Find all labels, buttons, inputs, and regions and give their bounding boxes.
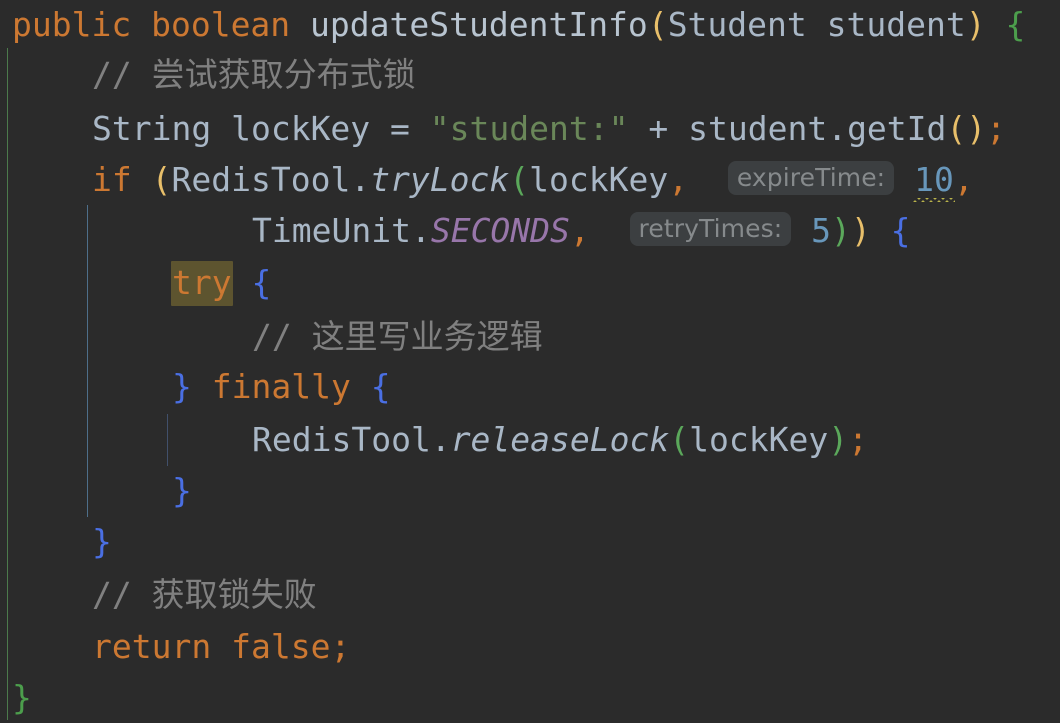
method-releaselock: releaseLock [450, 420, 670, 459]
keyword-if: if [92, 160, 132, 199]
code-line-10[interactable]: } [172, 466, 1060, 516]
paren-close-getid: ) [966, 109, 987, 148]
keyword-try: try [171, 261, 233, 306]
paren-close-trylock: ) [831, 211, 851, 250]
inlay-hint-retrytimes[interactable]: retryTimes: [629, 212, 792, 246]
param-student: student [826, 5, 966, 44]
semicolon-l3: ; [986, 109, 1007, 148]
paren-close-l1: ) [965, 5, 986, 44]
type-string: String [92, 109, 212, 148]
code-line-3[interactable]: String lockKey = "student:" + student.ge… [92, 104, 1060, 154]
semicolon-l13: ; [330, 627, 351, 666]
keyword-public: public [12, 5, 132, 44]
code-line-1[interactable]: public boolean updateStudentInfo(Student… [12, 0, 1060, 50]
number-10: 10 [914, 160, 954, 199]
arg-lockkey: lockKey [529, 160, 669, 199]
code-line-9[interactable]: RedisTool.releaseLock(lockKey); [252, 415, 1060, 465]
brace-close-if: } [92, 522, 112, 561]
brace-open-if: { [890, 211, 911, 250]
dot-operator: . [430, 420, 451, 459]
comment-business-logic: // 这里写业务逻辑 [252, 317, 543, 356]
code-line-7[interactable]: // 这里写业务逻辑 [252, 312, 1060, 362]
paren-open-if: ( [151, 160, 172, 199]
paren-close-if: ) [850, 211, 871, 250]
paren-open-trylock: ( [509, 160, 530, 199]
code-line-13[interactable]: return false; [92, 622, 1060, 672]
warning-squiggle: 10 [913, 155, 955, 205]
method-getid: getId [847, 109, 947, 148]
paren-open-releaselock: ( [669, 420, 690, 459]
method-trylock: tryLock [370, 160, 510, 199]
comma-l5: , [569, 211, 590, 250]
comment-lock-failed: // 获取锁失败 [92, 575, 317, 614]
brace-open-finally: { [370, 367, 391, 406]
code-line-2[interactable]: // 尝试获取分布式锁 [92, 50, 1060, 100]
code-line-14[interactable]: } [12, 673, 1060, 723]
comma-l4-second: , [953, 160, 974, 199]
type-student: Student [667, 5, 807, 44]
string-literal-student: "student:" [429, 109, 629, 148]
class-redistool: RedisTool [171, 160, 351, 199]
brace-open-try: { [251, 263, 272, 302]
method-name-update-student-info: updateStudentInfo [310, 5, 648, 44]
semicolon-l9: ; [848, 420, 868, 459]
operator-plus: + [648, 109, 669, 148]
dot-operator: . [350, 160, 371, 199]
code-line-6[interactable]: try { [171, 258, 1060, 308]
indent-guide-level-2 [87, 205, 88, 517]
class-redistool: RedisTool [252, 420, 431, 459]
class-timeunit: TimeUnit [252, 211, 411, 250]
comment-acquire-lock: // 尝试获取分布式锁 [92, 55, 416, 94]
code-line-4[interactable]: if (RedisTool.tryLock(lockKey, expireTim… [92, 155, 1060, 205]
arg-lockkey: lockKey [689, 420, 829, 459]
paren-close-releaselock: ) [828, 420, 849, 459]
paren-open-getid: ( [946, 109, 967, 148]
keyword-return: return [92, 627, 212, 666]
paren-open-l1: ( [647, 5, 668, 44]
code-line-8[interactable]: } finally { [172, 362, 1060, 412]
code-line-11[interactable]: } [92, 517, 1060, 567]
brace-open-method: { [1005, 5, 1026, 44]
number-5: 5 [811, 211, 831, 250]
brace-close-try: } [172, 367, 192, 406]
field-seconds: SECONDS [430, 211, 570, 250]
indent-guide-level-1 [7, 48, 8, 720]
keyword-false: false [231, 627, 331, 666]
operator-assign: = [390, 109, 410, 148]
code-line-12[interactable]: // 获取锁失败 [92, 570, 1060, 620]
code-line-5[interactable]: TimeUnit.SECONDS, retryTimes: 5)) { [252, 206, 1060, 256]
code-editor[interactable]: public boolean updateStudentInfo(Student… [0, 0, 1060, 720]
object-student: student [688, 109, 828, 148]
keyword-finally: finally [211, 367, 351, 406]
variable-lockkey: lockKey [231, 109, 371, 148]
brace-close-finally: } [172, 471, 192, 510]
keyword-boolean: boolean [151, 5, 291, 44]
inlay-hint-expiretime[interactable]: expireTime: [727, 161, 895, 195]
comma-l4: , [668, 160, 689, 199]
dot-operator: . [410, 211, 431, 250]
brace-close-method: } [12, 678, 32, 717]
indent-guide-level-3 [167, 414, 168, 466]
dot-operator: . [827, 109, 848, 148]
